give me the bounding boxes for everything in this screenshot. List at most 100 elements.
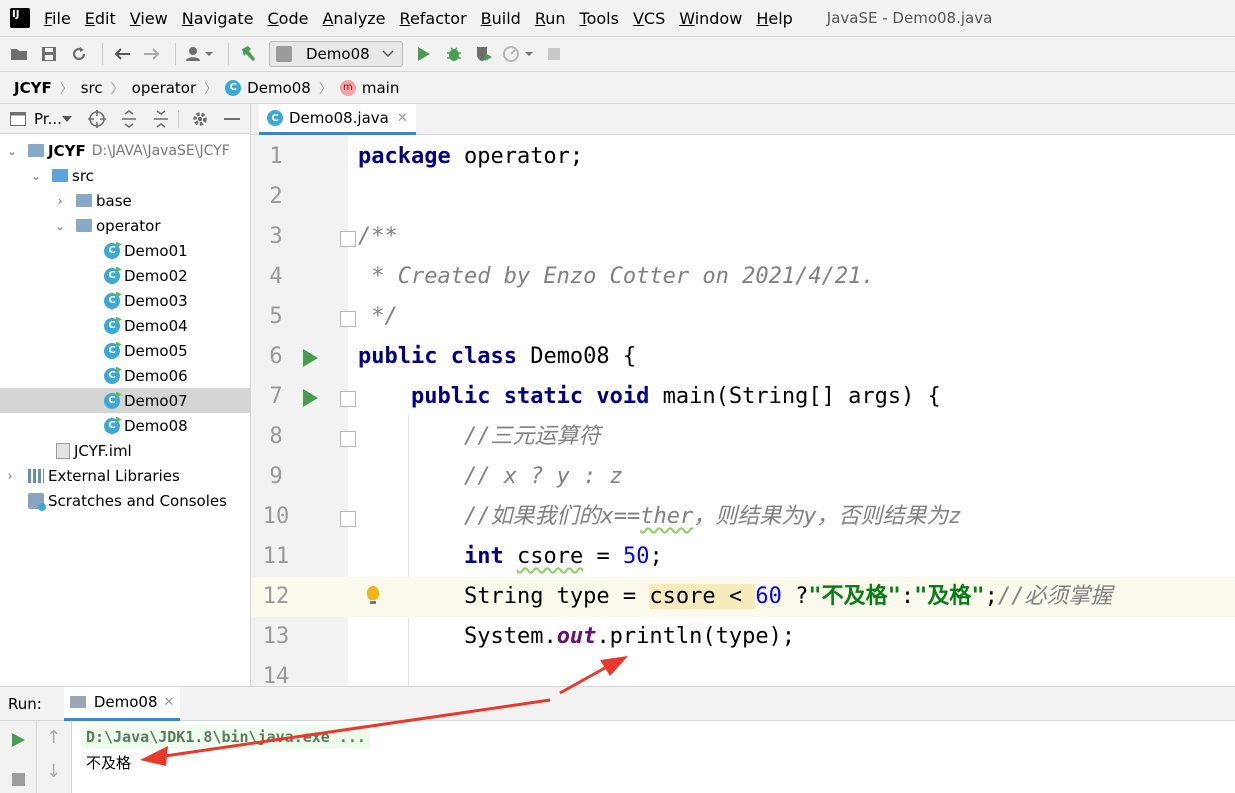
run-gutter-icon[interactable] — [303, 389, 318, 407]
breadcrumb-item-src[interactable]: src — [81, 79, 103, 97]
code-line-current[interactable]: 12 String type = csore < 60 ?"不及格":"及格";… — [251, 577, 1235, 617]
code-line[interactable]: 9 // x ? y : z — [251, 457, 1235, 497]
run-panel-label: Run: — [8, 694, 42, 713]
code-line[interactable]: 14 — [251, 657, 1235, 686]
tree-item-demo08[interactable]: C Demo08 — [0, 413, 250, 438]
vcs-user-button[interactable] — [182, 41, 218, 67]
tree-item-demo02[interactable]: C Demo02 — [0, 263, 250, 288]
tree-item-demo06[interactable]: C Demo06 — [0, 363, 250, 388]
menu-vcs[interactable]: VCS — [633, 9, 665, 28]
stop-button[interactable] — [541, 41, 567, 67]
breadcrumb-item-class[interactable]: C Demo08 — [225, 79, 311, 97]
code-text: int csore = 50; — [463, 544, 663, 569]
menu-build[interactable]: Build — [481, 9, 521, 28]
tree-item-project-root[interactable]: ⌄ JCYF D:\JAVA\JavaSE\JCYF — [0, 138, 250, 163]
tree-item-external-libraries[interactable]: › External Libraries — [0, 463, 250, 488]
code-line[interactable]: 6 public class Demo08 { — [251, 337, 1235, 377]
tree-item-operator[interactable]: ⌄ operator — [0, 213, 250, 238]
profile-button[interactable] — [501, 41, 537, 67]
tree-item-demo03[interactable]: C Demo03 — [0, 288, 250, 313]
arrow-down-icon[interactable]: ↓ — [46, 761, 61, 782]
menu-view[interactable]: View — [130, 9, 168, 28]
menu-analyze[interactable]: Analyze — [322, 9, 385, 28]
tree-item-demo07[interactable]: C Demo07 — [0, 388, 250, 413]
code-line[interactable]: 2 — [251, 177, 1235, 217]
tree-item-label: JCYF.iml — [74, 441, 132, 460]
menu-run[interactable]: Run — [535, 9, 566, 28]
hammer-icon — [242, 46, 255, 61]
fold-toggle-icon[interactable] — [340, 311, 356, 327]
run-tab-demo08[interactable]: Demo08 ✕ — [63, 686, 181, 721]
code-line[interactable]: 10 //如果我们的x==ther，则结果为y，否则结果为z — [251, 497, 1235, 537]
console-command-line[interactable]: D:\Java\JDK1.8\bin\java.exe ... — [82, 725, 370, 749]
tree-item-label: Demo04 — [124, 316, 188, 335]
open-folder-button[interactable] — [6, 41, 32, 67]
arrow-up-icon[interactable]: ↑ — [46, 727, 61, 748]
debug-button[interactable] — [441, 41, 467, 67]
menu-code[interactable]: Code — [268, 9, 309, 28]
stop-icon[interactable] — [12, 773, 25, 786]
chevron-right-icon[interactable]: › — [4, 469, 16, 483]
code-editor[interactable]: 1 package operator; 2 3 /** 4 * Created … — [251, 135, 1235, 686]
code-line[interactable]: 4 * Created by Enzo Cotter on 2021/4/21. — [251, 257, 1235, 297]
breadcrumb-item-project[interactable]: JCYF — [14, 79, 52, 97]
code-line[interactable]: 7 public static void main(String[] args)… — [251, 377, 1235, 417]
code-line[interactable]: 3 /** — [251, 217, 1235, 257]
locate-file-button[interactable] — [86, 108, 108, 130]
menu-window[interactable]: Window — [679, 9, 742, 28]
menu-edit[interactable]: Edit — [85, 9, 116, 28]
code-line[interactable]: 13 System.out.println(type); — [251, 617, 1235, 657]
close-icon[interactable]: ✕ — [163, 695, 174, 710]
code-line[interactable]: 8 //三元运算符 — [251, 417, 1235, 457]
toolbar-separator — [102, 43, 103, 65]
forward-button[interactable] — [139, 41, 165, 67]
run-gutter-icon[interactable] — [303, 349, 318, 367]
panel-settings-button[interactable] — [189, 108, 211, 130]
coverage-button[interactable] — [471, 41, 497, 67]
tree-item-demo05[interactable]: C Demo05 — [0, 338, 250, 363]
code-line[interactable]: 11 int csore = 50; — [251, 537, 1235, 577]
breadcrumb-item-method[interactable]: m main — [339, 79, 399, 97]
tree-item-iml[interactable]: JCYF.iml — [0, 438, 250, 463]
menu-file[interactable]: File — [44, 9, 71, 28]
menu-tools[interactable]: Tools — [580, 9, 619, 28]
chevron-right-icon[interactable]: › — [54, 194, 66, 208]
console-output[interactable]: 不及格 — [86, 751, 131, 775]
chevron-down-icon[interactable]: ⌄ — [6, 144, 18, 158]
run-button[interactable] — [411, 41, 437, 67]
breadcrumb-item-package[interactable]: operator — [132, 79, 197, 97]
collapse-all-icon — [153, 109, 168, 128]
code-text: * Created by Enzo Cotter on 2021/4/21. — [358, 264, 875, 289]
project-view-selector[interactable]: Pr... — [34, 110, 62, 128]
tree-item-demo01[interactable]: C Demo01 — [0, 238, 250, 263]
tree-item-base[interactable]: › base — [0, 188, 250, 213]
tree-item-scratches[interactable]: Scratches and Consoles — [0, 488, 250, 513]
tab-demo08-java[interactable]: C Demo08.java ✕ — [259, 104, 416, 135]
close-icon[interactable]: ✕ — [397, 111, 408, 126]
java-class-icon: C — [104, 342, 120, 359]
rerun-play-icon[interactable] — [12, 733, 25, 747]
code-line[interactable]: 5 */ — [251, 297, 1235, 337]
fold-toggle-icon[interactable] — [340, 391, 356, 407]
collapse-all-button[interactable] — [150, 108, 172, 130]
fold-toggle-icon[interactable] — [340, 231, 356, 247]
chevron-down-icon[interactable]: ⌄ — [30, 169, 42, 183]
tree-item-src[interactable]: ⌄ src — [0, 163, 250, 188]
chevron-down-icon[interactable] — [61, 115, 72, 122]
fold-toggle-icon[interactable] — [340, 511, 356, 527]
java-class-icon: C — [104, 392, 120, 409]
tree-item-demo04[interactable]: C Demo04 — [0, 313, 250, 338]
back-button[interactable] — [109, 41, 135, 67]
run-config-selector[interactable]: Demo08 — [269, 41, 403, 67]
expand-all-button[interactable] — [118, 108, 140, 130]
menu-navigate[interactable]: Navigate — [182, 9, 254, 28]
fold-toggle-icon[interactable] — [340, 431, 356, 447]
code-line[interactable]: 1 package operator; — [251, 137, 1235, 177]
build-button[interactable] — [235, 41, 261, 67]
hide-panel-button[interactable] — [221, 108, 243, 130]
chevron-down-icon[interactable]: ⌄ — [54, 219, 66, 233]
sync-button[interactable] — [66, 41, 92, 67]
save-all-button[interactable] — [36, 41, 62, 67]
menu-help[interactable]: Help — [756, 9, 792, 28]
menu-refactor[interactable]: Refactor — [400, 9, 467, 28]
